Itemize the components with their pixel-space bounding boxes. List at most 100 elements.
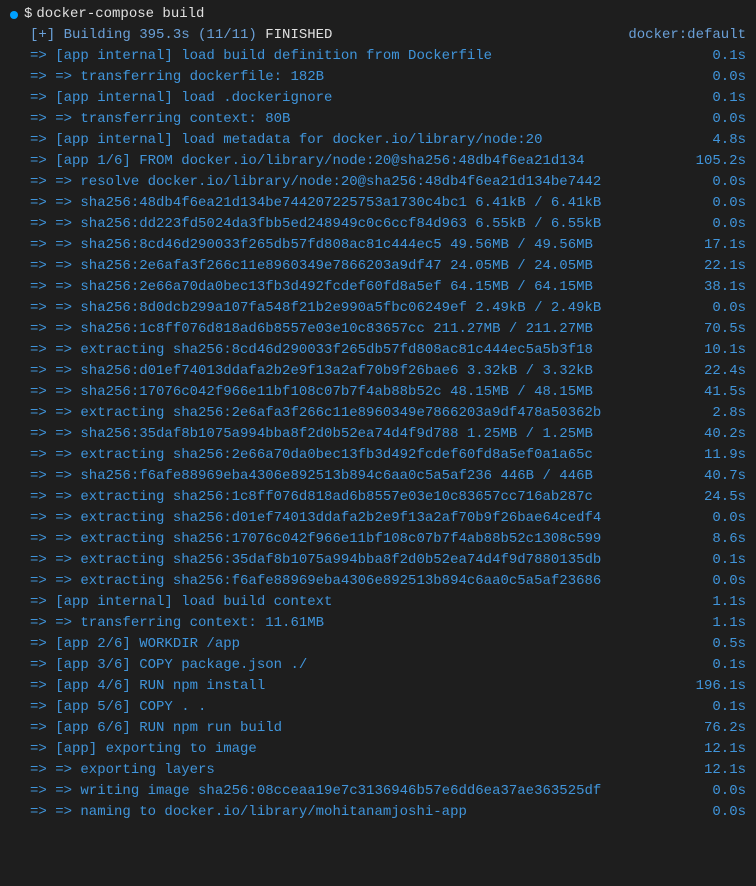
build-step-line: => [app 4/6] RUN npm install196.1s xyxy=(10,676,746,697)
build-step-time: 105.2s xyxy=(688,151,746,172)
build-step-line: => [app internal] load build context1.1s xyxy=(10,592,746,613)
build-step-time: 22.1s xyxy=(696,256,746,277)
build-step-text: => [app internal] load metadata for dock… xyxy=(30,130,704,151)
build-step-time: 12.1s xyxy=(696,739,746,760)
build-step-time: 0.1s xyxy=(704,655,746,676)
build-step-line: => => sha256:8d0dcb299a107fa548f21b2e990… xyxy=(10,298,746,319)
build-step-time: 76.2s xyxy=(696,718,746,739)
build-step-text: => => transferring dockerfile: 182B xyxy=(30,67,704,88)
build-step-line: => => sha256:17076c042f966e11bf108c07b7f… xyxy=(10,382,746,403)
build-step-line: => => transferring context: 80B0.0s xyxy=(10,109,746,130)
prompt-symbol: $ xyxy=(24,4,32,25)
build-step-text: => => sha256:1c8ff076d818ad6b8557e03e10c… xyxy=(30,319,696,340)
build-context: docker:default xyxy=(628,25,746,46)
build-step-line: => => extracting sha256:17076c042f966e11… xyxy=(10,529,746,550)
build-step-text: => => sha256:dd223fd5024da3fbb5ed248949c… xyxy=(30,214,704,235)
build-step-time: 0.5s xyxy=(704,634,746,655)
build-step-time: 0.1s xyxy=(704,697,746,718)
build-step-time: 11.9s xyxy=(696,445,746,466)
build-step-text: => => extracting sha256:35daf8b1075a994b… xyxy=(30,550,704,571)
build-step-time: 0.1s xyxy=(704,88,746,109)
build-finished: FINISHED xyxy=(257,27,333,43)
build-step-line: => => extracting sha256:2e6afa3f266c11e8… xyxy=(10,403,746,424)
build-step-line: => => transferring dockerfile: 182B0.0s xyxy=(10,67,746,88)
build-step-time: 8.6s xyxy=(704,529,746,550)
build-steps: => [app internal] load build definition … xyxy=(10,46,746,823)
build-step-time: 40.2s xyxy=(696,424,746,445)
build-step-line: => [app internal] load build definition … xyxy=(10,46,746,67)
build-step-line: => => sha256:2e6afa3f266c11e8960349e7866… xyxy=(10,256,746,277)
build-step-text: => [app 2/6] WORKDIR /app xyxy=(30,634,704,655)
build-step-time: 2.8s xyxy=(704,403,746,424)
status-dot-icon xyxy=(10,11,18,19)
build-step-text: => => transferring context: 11.61MB xyxy=(30,613,704,634)
build-step-line: => => sha256:35daf8b1075a994bba8f2d0b52e… xyxy=(10,424,746,445)
build-step-text: => [app 4/6] RUN npm install xyxy=(30,676,688,697)
build-step-time: 1.1s xyxy=(704,613,746,634)
build-step-time: 0.0s xyxy=(704,172,746,193)
build-step-time: 10.1s xyxy=(696,340,746,361)
build-step-line: => => sha256:8cd46d290033f265db57fd808ac… xyxy=(10,235,746,256)
build-step-text: => [app internal] load .dockerignore xyxy=(30,88,704,109)
build-step-time: 0.0s xyxy=(704,67,746,88)
build-step-text: => => sha256:48db4f6ea21d134be7442072257… xyxy=(30,193,704,214)
build-step-line: => [app 3/6] COPY package.json ./0.1s xyxy=(10,655,746,676)
build-step-line: => [app 1/6] FROM docker.io/library/node… xyxy=(10,151,746,172)
build-step-line: => => writing image sha256:08cceaa19e7c3… xyxy=(10,781,746,802)
build-step-time: 0.0s xyxy=(704,781,746,802)
build-step-time: 0.0s xyxy=(704,193,746,214)
build-step-line: => => exporting layers12.1s xyxy=(10,760,746,781)
build-step-line: => => extracting sha256:f6afe88969eba430… xyxy=(10,571,746,592)
build-step-time: 0.0s xyxy=(704,508,746,529)
build-step-line: => => extracting sha256:d01ef74013ddafa2… xyxy=(10,508,746,529)
build-step-line: => [app 5/6] COPY . .0.1s xyxy=(10,697,746,718)
build-step-time: 40.7s xyxy=(696,466,746,487)
build-step-text: => => sha256:2e66a70da0bec13fb3d492fcdef… xyxy=(30,277,696,298)
build-step-text: => => extracting sha256:d01ef74013ddafa2… xyxy=(30,508,704,529)
build-step-text: => [app 1/6] FROM docker.io/library/node… xyxy=(30,151,688,172)
build-step-text: => => extracting sha256:1c8ff076d818ad6b… xyxy=(30,487,696,508)
build-step-text: => => sha256:d01ef74013ddafa2b2e9f13a2af… xyxy=(30,361,696,382)
build-step-text: => [app 6/6] RUN npm run build xyxy=(30,718,696,739)
build-step-time: 17.1s xyxy=(696,235,746,256)
build-step-time: 0.0s xyxy=(704,214,746,235)
build-step-line: => => sha256:1c8ff076d818ad6b8557e03e10c… xyxy=(10,319,746,340)
build-step-time: 1.1s xyxy=(704,592,746,613)
build-step-text: => => sha256:17076c042f966e11bf108c07b7f… xyxy=(30,382,696,403)
build-step-line: => => extracting sha256:35daf8b1075a994b… xyxy=(10,550,746,571)
build-step-line: => [app 2/6] WORKDIR /app0.5s xyxy=(10,634,746,655)
build-summary-left: [+] Building 395.3s (11/11) FINISHED xyxy=(30,25,332,46)
build-step-time: 70.5s xyxy=(696,319,746,340)
build-step-text: => => sha256:35daf8b1075a994bba8f2d0b52e… xyxy=(30,424,696,445)
build-step-text: => [app 3/6] COPY package.json ./ xyxy=(30,655,704,676)
build-step-line: => => sha256:d01ef74013ddafa2b2e9f13a2af… xyxy=(10,361,746,382)
build-step-text: => => exporting layers xyxy=(30,760,696,781)
build-step-line: => => sha256:f6afe88969eba4306e892513b89… xyxy=(10,466,746,487)
build-step-line: => => transferring context: 11.61MB1.1s xyxy=(10,613,746,634)
build-step-time: 24.5s xyxy=(696,487,746,508)
build-step-text: => => extracting sha256:f6afe88969eba430… xyxy=(30,571,704,592)
build-step-line: => [app 6/6] RUN npm run build76.2s xyxy=(10,718,746,739)
build-step-time: 0.0s xyxy=(704,109,746,130)
build-step-text: => => sha256:f6afe88969eba4306e892513b89… xyxy=(30,466,696,487)
build-step-time: 0.1s xyxy=(704,550,746,571)
prompt-line: $ docker-compose build xyxy=(10,4,746,25)
build-step-text: => [app] exporting to image xyxy=(30,739,696,760)
build-step-time: 0.0s xyxy=(704,802,746,823)
build-step-time: 22.4s xyxy=(696,361,746,382)
build-step-text: => => sha256:8cd46d290033f265db57fd808ac… xyxy=(30,235,696,256)
build-step-text: => => extracting sha256:8cd46d290033f265… xyxy=(30,340,696,361)
build-step-text: => => naming to docker.io/library/mohita… xyxy=(30,802,704,823)
build-step-text: => => resolve docker.io/library/node:20@… xyxy=(30,172,704,193)
build-step-time: 0.0s xyxy=(704,571,746,592)
build-step-line: => [app internal] load metadata for dock… xyxy=(10,130,746,151)
build-step-text: => [app internal] load build context xyxy=(30,592,704,613)
build-step-text: => => extracting sha256:2e66a70da0bec13f… xyxy=(30,445,696,466)
build-step-time: 4.8s xyxy=(704,130,746,151)
build-step-line: => => sha256:48db4f6ea21d134be7442072257… xyxy=(10,193,746,214)
build-step-time: 0.1s xyxy=(704,46,746,67)
build-step-text: => => sha256:8d0dcb299a107fa548f21b2e990… xyxy=(30,298,704,319)
build-step-time: 0.0s xyxy=(704,298,746,319)
build-step-text: => => extracting sha256:17076c042f966e11… xyxy=(30,529,704,550)
build-step-text: => [app 5/6] COPY . . xyxy=(30,697,704,718)
